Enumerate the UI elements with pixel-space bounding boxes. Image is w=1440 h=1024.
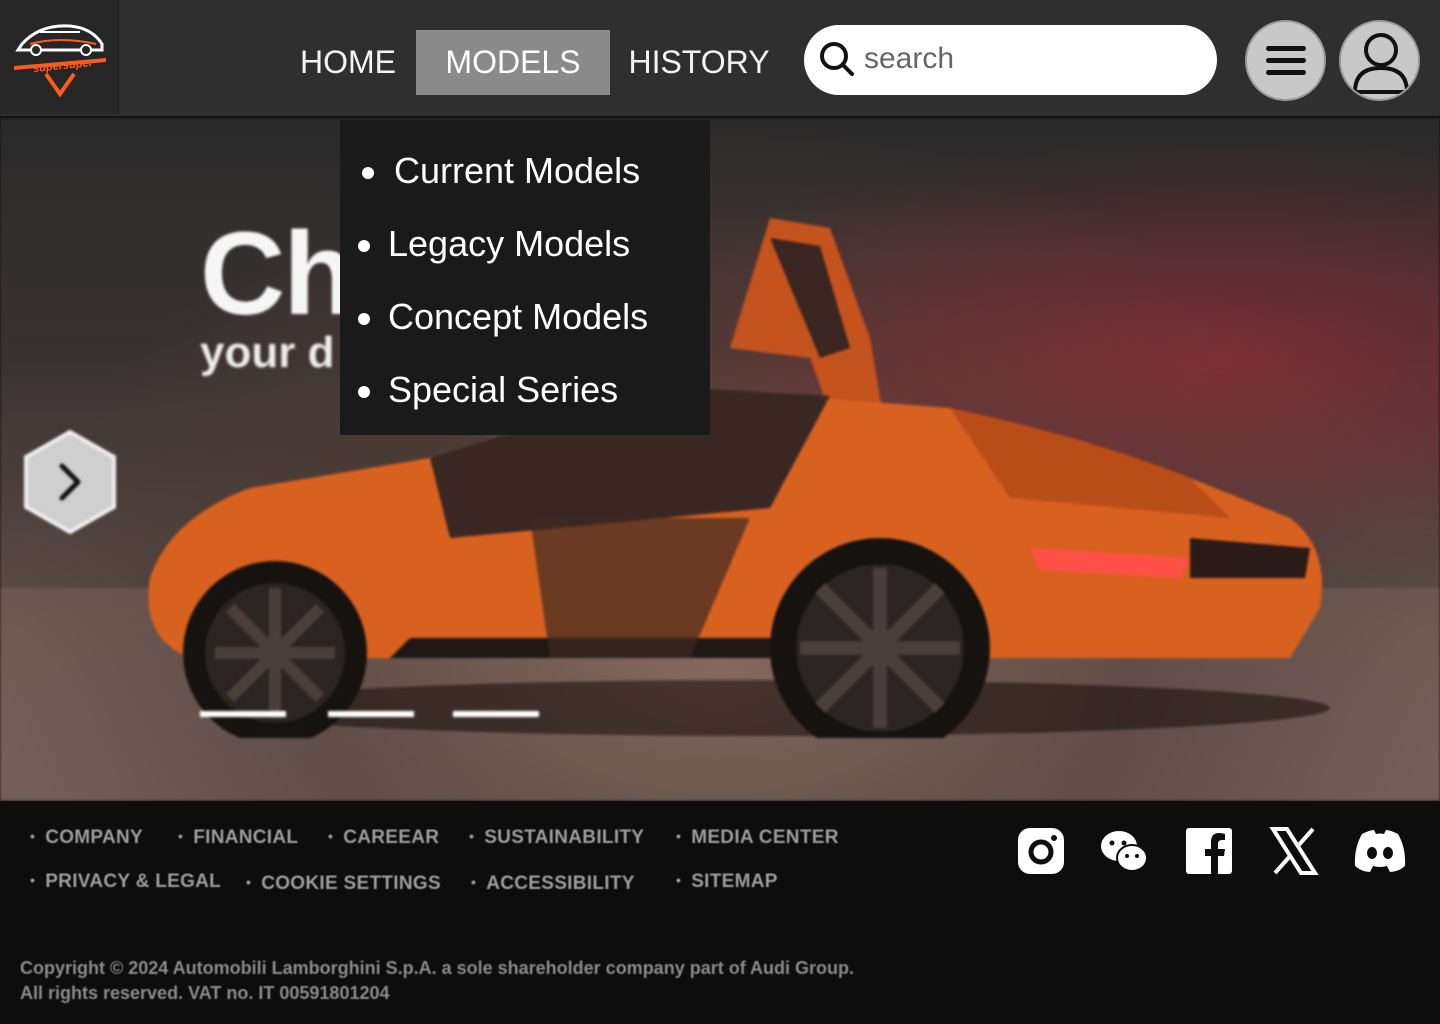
dropdown-item-legacy-models[interactable]: Legacy Models xyxy=(340,215,710,275)
footer-link-cookie-settings[interactable]: COOKIE SETTINGS xyxy=(246,873,441,895)
copyright-line-2: All rights reserved. VAT no. IT 00591801… xyxy=(20,983,390,1003)
footer-link-financial[interactable]: FINANCIAL xyxy=(178,827,298,849)
footer-link-sitemap[interactable]: SITEMAP xyxy=(676,871,778,893)
hero-car-image xyxy=(148,218,1330,738)
instagram-icon[interactable] xyxy=(1016,826,1066,876)
user-avatar-button[interactable] xyxy=(1339,20,1420,101)
x-icon[interactable] xyxy=(1269,826,1319,876)
nav-models[interactable]: MODELS xyxy=(416,30,610,95)
user-icon xyxy=(1353,33,1409,94)
dropdown-item-special-series[interactable]: Special Series xyxy=(340,361,710,421)
footer-link-company[interactable]: COMPANY xyxy=(30,827,143,849)
menu-icon xyxy=(1266,46,1306,75)
search-bar[interactable] xyxy=(804,25,1217,95)
models-dropdown-menu: Current Models Legacy Models Concept Mod… xyxy=(340,120,710,435)
slide-indicator-2[interactable] xyxy=(328,711,414,717)
discord-icon[interactable] xyxy=(1352,826,1408,876)
hero-banner: Ch your d xyxy=(0,118,1440,801)
slide-indicator-1[interactable] xyxy=(200,711,286,717)
nav-home[interactable]: HOME xyxy=(296,30,400,95)
next-slide-button[interactable] xyxy=(24,430,116,534)
bullet xyxy=(362,167,374,179)
footer-link-media-center[interactable]: MEDIA CENTER xyxy=(676,827,839,849)
nav-history[interactable]: HISTORY xyxy=(626,30,772,95)
menu-button[interactable] xyxy=(1245,20,1326,101)
bullet xyxy=(358,240,370,252)
copyright-line-1: Copyright © 2024 Automobili Lamborghini … xyxy=(20,958,855,978)
search-icon[interactable] xyxy=(818,40,856,78)
dropdown-item-label: Current Models xyxy=(394,150,641,191)
facebook-icon[interactable] xyxy=(1184,826,1234,876)
brand-logo[interactable]: supersuper xyxy=(0,0,119,114)
dropdown-item-label: Legacy Models xyxy=(388,223,631,264)
dropdown-item-label: Special Series xyxy=(388,369,619,410)
copyright-text: Copyright © 2024 Automobili Lamborghini … xyxy=(20,956,980,1006)
dropdown-item-concept-models[interactable]: Concept Models xyxy=(340,288,710,348)
bullet xyxy=(358,313,370,325)
dropdown-item-label: Concept Models xyxy=(388,296,649,337)
slide-indicator-3[interactable] xyxy=(453,711,539,717)
footer-link-sustainability[interactable]: SUSTAINABILITY xyxy=(469,827,644,849)
footer-link-privacy-legal[interactable]: PRIVACY & LEGAL xyxy=(30,871,221,893)
dropdown-item-current-models[interactable]: Current Models xyxy=(340,142,710,202)
bullet xyxy=(358,386,370,398)
top-header: supersuper HOME MODELS HISTORY xyxy=(0,0,1440,116)
footer-link-career[interactable]: CAREEAR xyxy=(328,827,439,849)
search-input[interactable] xyxy=(864,39,1194,79)
footer-link-accessibility[interactable]: ACCESSIBILITY xyxy=(471,873,635,895)
wechat-icon[interactable] xyxy=(1099,826,1149,876)
